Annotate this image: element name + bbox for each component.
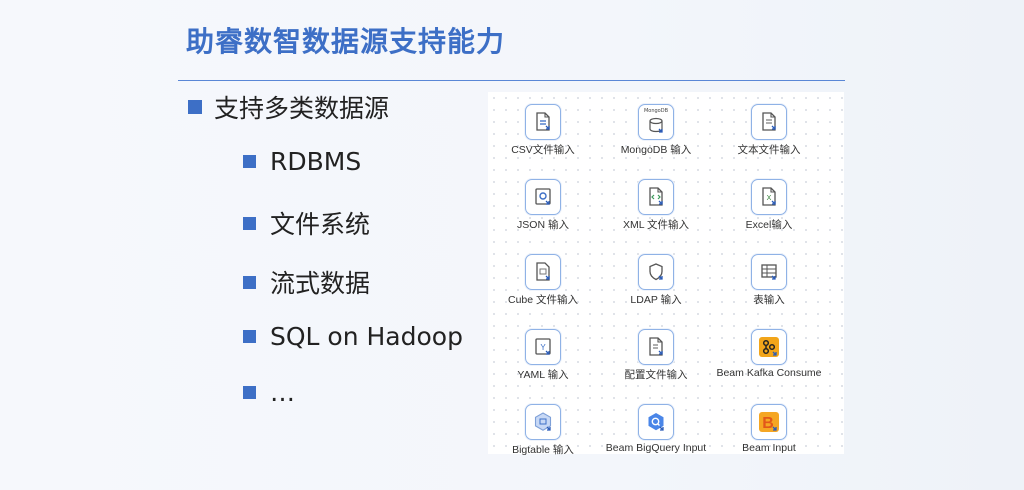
kafka-icon — [751, 329, 787, 365]
text-file-icon — [751, 104, 787, 140]
input-steps-palette: CSV文件输入 MongoDB MongoDB 输入 文本文件输入 JSON 输… — [488, 92, 844, 457]
bullet-square-icon — [188, 100, 202, 114]
step-yaml-input[interactable]: Y YAML 输入 — [488, 329, 598, 382]
bullet-square-icon — [243, 275, 256, 289]
sub-bullet-file-system: 文件系统 — [243, 205, 370, 241]
step-label: 文本文件输入 — [737, 144, 801, 156]
step-table-input[interactable]: 表输入 — [714, 254, 824, 307]
step-beam-input[interactable]: B Beam Input — [714, 404, 824, 454]
table-icon — [751, 254, 787, 290]
step-label: LDAP 输入 — [630, 294, 682, 306]
bigquery-icon — [638, 404, 674, 440]
bullet-square-icon — [243, 155, 256, 168]
step-label: Beam Kafka Consume — [716, 367, 822, 379]
main-bullet-text: 支持多类数据源 — [214, 94, 390, 123]
mongodb-icon-text: MongoDB — [643, 108, 669, 114]
sub-bullet-text: 文件系统 — [270, 210, 371, 239]
bullet-square-icon — [243, 216, 256, 230]
step-label: YAML 输入 — [517, 369, 569, 381]
excel-icon-text: X — [767, 195, 772, 202]
mongodb-icon: MongoDB — [638, 104, 674, 140]
step-xml-file-input[interactable]: XML 文件输入 — [601, 179, 711, 232]
beam-icon: B — [751, 404, 787, 440]
sub-bullet-text: … — [270, 378, 295, 407]
csv-file-icon — [525, 104, 561, 140]
bullet-square-icon — [243, 330, 256, 343]
step-label: Beam Input — [742, 442, 796, 454]
step-beam-kafka-consume[interactable]: Beam Kafka Consume — [714, 329, 824, 379]
slide-title: 助睿数智数据源支持能力 — [186, 25, 506, 58]
step-mongodb-input[interactable]: MongoDB MongoDB 输入 — [601, 104, 711, 157]
step-label: CSV文件输入 — [511, 144, 575, 156]
bullet-square-icon — [243, 386, 256, 399]
beam-icon-text: B — [762, 415, 774, 432]
step-bigtable-input[interactable]: Bigtable 输入 — [488, 404, 598, 457]
step-label: XML 文件输入 — [622, 219, 690, 231]
title-divider — [178, 80, 845, 81]
sub-bullet-streaming: 流式数据 — [243, 264, 370, 300]
cube-file-icon — [525, 254, 561, 290]
step-label: JSON 输入 — [517, 219, 569, 231]
step-label: Excel输入 — [745, 219, 793, 231]
step-text-file-input[interactable]: 文本文件输入 — [714, 104, 824, 157]
step-label: MongoDB 输入 — [620, 144, 692, 156]
sub-bullet-rdbms: RDBMS — [243, 147, 361, 176]
config-file-icon — [638, 329, 674, 365]
main-bullet: 支持多类数据源 — [188, 89, 389, 125]
ldap-shield-icon — [638, 254, 674, 290]
step-beam-bigquery-input[interactable]: Beam BigQuery Input — [601, 404, 711, 454]
bigtable-icon — [525, 404, 561, 440]
sub-bullet-more: … — [243, 378, 295, 407]
sub-bullet-text: SQL on Hadoop — [270, 322, 463, 351]
step-label: 配置文件输入 — [624, 369, 688, 381]
xml-file-icon — [638, 179, 674, 215]
yaml-icon: Y — [525, 329, 561, 365]
step-json-input[interactable]: JSON 输入 — [488, 179, 598, 232]
sub-bullet-text: 流式数据 — [270, 269, 371, 298]
sub-bullet-text: RDBMS — [270, 147, 362, 176]
step-label: Cube 文件输入 — [507, 294, 579, 306]
step-label: Bigtable 输入 — [512, 444, 574, 456]
step-label: Beam BigQuery Input — [605, 442, 707, 454]
yaml-icon-text: Y — [540, 343, 546, 352]
step-excel-input[interactable]: X Excel输入 — [714, 179, 824, 232]
sub-bullet-sql-on-hadoop: SQL on Hadoop — [243, 322, 463, 351]
step-label: 表输入 — [753, 294, 785, 306]
step-ldap-input[interactable]: LDAP 输入 — [601, 254, 711, 307]
json-icon — [525, 179, 561, 215]
step-config-file-input[interactable]: 配置文件输入 — [601, 329, 711, 382]
excel-icon: X — [751, 179, 787, 215]
step-cube-file-input[interactable]: Cube 文件输入 — [488, 254, 598, 307]
step-csv-input[interactable]: CSV文件输入 — [488, 104, 598, 157]
